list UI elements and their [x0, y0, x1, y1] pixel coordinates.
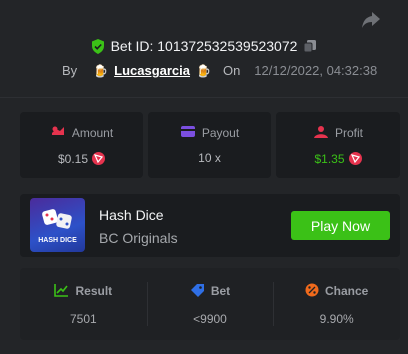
- on-label: On: [222, 63, 241, 78]
- divider: [0, 97, 408, 98]
- amount-card: Amount $0.15: [20, 112, 143, 178]
- chance-label: Chance: [325, 284, 369, 298]
- play-now-button[interactable]: Play Now: [291, 211, 390, 240]
- game-title: Hash Dice: [99, 207, 164, 223]
- beer-icon: 🍺: [196, 63, 211, 78]
- bet-id-text: Bet ID: 101372532539523072: [110, 38, 298, 54]
- bet-column: Bet <9900: [146, 268, 274, 340]
- bet-author-row: By 🍺 Lucasgarcia 🍺 On 12/12/2022, 04:32:…: [62, 63, 377, 78]
- share-icon[interactable]: [360, 10, 382, 30]
- bet-id-row: Bet ID: 101372532539523072: [0, 38, 408, 54]
- amount-icon: [50, 125, 66, 142]
- result-label: Result: [75, 284, 113, 298]
- profit-card: Profit $1.35: [276, 112, 400, 178]
- profit-value: $1.35: [314, 151, 345, 166]
- payout-label: Payout: [201, 126, 240, 140]
- payout-value: 10 x: [198, 151, 221, 165]
- profit-label: Profit: [334, 126, 363, 140]
- bet-tag-icon: [190, 283, 205, 300]
- verified-shield-icon: [91, 38, 105, 54]
- by-label: By: [62, 63, 78, 78]
- game-card: HASH DICE Hash Dice BC Originals Play No…: [20, 194, 400, 257]
- result-chart-icon: [54, 283, 69, 300]
- beer-icon: 🍺: [93, 63, 109, 78]
- profit-icon: [313, 125, 329, 142]
- trx-coin-icon: [92, 152, 106, 165]
- chance-value: 9.90%: [319, 311, 354, 326]
- bet-value: <9900: [193, 311, 227, 326]
- hash-dice-thumbnail[interactable]: HASH DICE: [30, 198, 85, 252]
- copy-icon[interactable]: [303, 39, 317, 53]
- bet-label: Bet: [210, 284, 231, 298]
- thumbnail-caption: HASH DICE: [38, 237, 77, 244]
- payout-card-icon: [180, 125, 196, 141]
- amount-label: Amount: [71, 126, 114, 140]
- amount-value: $0.15: [57, 151, 89, 166]
- result-card: Result 7501 Bet <9900 Chance 9.90%: [20, 268, 400, 340]
- username-link[interactable]: Lucasgarcia: [114, 63, 190, 78]
- result-column: Result 7501: [20, 268, 147, 340]
- payout-card: Payout 10 x: [148, 112, 271, 178]
- game-provider: BC Originals: [99, 230, 178, 246]
- trx-coin-icon: [348, 152, 362, 165]
- bet-date: 12/12/2022, 04:32:38: [254, 63, 378, 78]
- result-value: 7501: [69, 311, 97, 326]
- chance-column: Chance 9.90%: [273, 268, 400, 340]
- percent-icon: [305, 283, 319, 300]
